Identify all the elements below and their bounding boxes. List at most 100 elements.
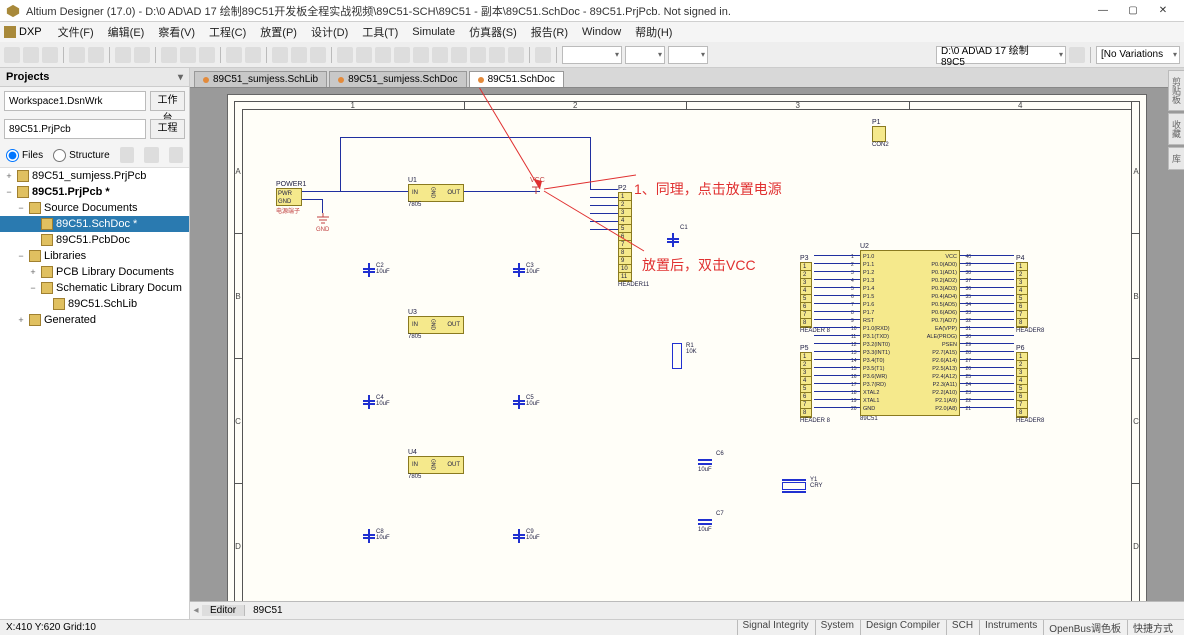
tb-gnd-icon[interactable] (394, 47, 410, 63)
menu-help[interactable]: 帮助(H) (629, 22, 678, 42)
tb-net-icon[interactable] (375, 47, 391, 63)
r1[interactable]: R110K (672, 343, 682, 369)
tb-power-icon[interactable] (413, 47, 429, 63)
u2[interactable]: U2 P1.01P1.12P1.23P1.34P1.45P1.56P1.67P1… (860, 243, 960, 422)
project-tree[interactable]: +89C51_sumjess.PrjPcb−89C51.PrjPcb *−Sou… (0, 168, 189, 619)
side-library[interactable]: 库 (1168, 147, 1184, 170)
tb-wire-icon[interactable] (337, 47, 353, 63)
tb-sheet-icon[interactable] (451, 47, 467, 63)
tb-path-combo[interactable]: D:\0 AD\AD 17 绘制89C5 (936, 46, 1066, 64)
panel-dropdown-icon[interactable]: ▾ (178, 72, 183, 83)
c3[interactable]: C310uF (518, 263, 520, 277)
status-item[interactable]: SCH (946, 620, 978, 635)
menu-edit[interactable]: 编辑(E) (102, 22, 151, 42)
tb-zoomfit-icon[interactable] (134, 47, 150, 63)
vcc-symbol[interactable]: VCC (530, 177, 545, 196)
tree-item[interactable]: −Libraries (0, 248, 189, 264)
tb-preview-icon[interactable] (88, 47, 104, 63)
c7[interactable]: C710uF (698, 519, 712, 533)
status-item[interactable]: 快捷方式 (1127, 620, 1178, 635)
c5[interactable]: C510uF (518, 395, 520, 409)
tb-cross-icon[interactable] (508, 47, 524, 63)
menu-report[interactable]: 报告(R) (525, 22, 574, 42)
p5[interactable]: P5 12345678 HEADER 8 (800, 345, 830, 424)
gnd-symbol[interactable]: GND (316, 213, 330, 233)
u1[interactable]: U1 INGNDOUT 7805 (408, 177, 464, 208)
p1[interactable]: P1 CON2 (872, 119, 889, 148)
structure-radio[interactable]: Structure (53, 149, 110, 162)
close-button[interactable]: ✕ (1148, 1, 1178, 21)
tb-combo-2[interactable] (625, 46, 665, 64)
menu-place[interactable]: 放置(P) (254, 22, 303, 42)
c1[interactable]: C1 (672, 233, 674, 247)
schematic-viewport[interactable]: 1234 ABCD ABCD POWER1 PWRGND 电源端子 (190, 88, 1184, 601)
side-clipboard[interactable]: 剪贴板 (1168, 70, 1184, 111)
dxp-menu[interactable]: DXP (4, 26, 42, 38)
status-item[interactable]: Design Compiler (860, 620, 945, 635)
c9[interactable]: C910uF (518, 529, 520, 543)
menu-window[interactable]: Window (576, 24, 627, 40)
tb-zoom-icon[interactable] (115, 47, 131, 63)
workspace-button[interactable]: 工作台 (150, 91, 185, 111)
tb-combo-1[interactable] (562, 46, 622, 64)
tb-bus-icon[interactable] (356, 47, 372, 63)
tree-item[interactable]: −Schematic Library Docum (0, 280, 189, 296)
p6[interactable]: P6 12345678 HEADER8 (1016, 345, 1044, 424)
tree-item[interactable]: 89C51.SchDoc * (0, 216, 189, 232)
tree-item[interactable]: +89C51_sumjess.PrjPcb (0, 168, 189, 184)
tb-move-icon[interactable] (291, 47, 307, 63)
status-item[interactable]: OpenBus调色板 (1043, 620, 1126, 635)
c8[interactable]: C810uF (368, 529, 370, 543)
menu-file[interactable]: 文件(F) (52, 22, 100, 42)
files-radio[interactable]: Files (6, 149, 43, 162)
document-tab[interactable]: 89C51.SchDoc (469, 71, 564, 87)
u3[interactable]: U3 INGNDOUT 7805 (408, 309, 464, 340)
document-tab[interactable]: 89C51_sumjess.SchDoc (329, 71, 467, 87)
tb-print-icon[interactable] (69, 47, 85, 63)
tb-select-icon[interactable] (272, 47, 288, 63)
tb-noerc-icon[interactable] (489, 47, 505, 63)
editor-doc[interactable]: 89C51 (245, 605, 290, 616)
search-icon[interactable] (169, 147, 183, 163)
project-field[interactable] (4, 119, 146, 139)
maximize-button[interactable]: ▢ (1118, 1, 1148, 21)
menu-simulator[interactable]: 仿真器(S) (463, 22, 523, 42)
y1[interactable]: Y1CRY (782, 479, 806, 493)
tb-paste-icon[interactable] (199, 47, 215, 63)
u4[interactable]: U4 INGNDOUT 7805 (408, 449, 464, 480)
tb-align-icon[interactable] (310, 47, 326, 63)
tree-item[interactable]: 89C51.PcbDoc (0, 232, 189, 248)
menu-project[interactable]: 工程(C) (203, 22, 252, 42)
c2[interactable]: C210uF (368, 263, 370, 277)
tree-item[interactable]: −Source Documents (0, 200, 189, 216)
document-tab[interactable]: 89C51_sumjess.SchLib (194, 71, 327, 87)
menu-simulate[interactable]: Simulate (406, 24, 461, 40)
c4[interactable]: C410uF (368, 395, 370, 409)
tb-part-icon[interactable] (432, 47, 448, 63)
tb-cut-icon[interactable] (161, 47, 177, 63)
tb-port-icon[interactable] (470, 47, 486, 63)
refresh-icon[interactable] (120, 147, 134, 163)
minimize-button[interactable]: — (1088, 1, 1118, 21)
tb-copy-icon[interactable] (180, 47, 196, 63)
tree-item[interactable]: −89C51.PrjPcb * (0, 184, 189, 200)
tb-pathbtn-icon[interactable] (1069, 47, 1085, 63)
status-item[interactable]: Instruments (979, 620, 1042, 635)
tb-pen-icon[interactable] (535, 47, 551, 63)
editor-tab[interactable]: Editor (202, 605, 245, 616)
tb-undo-icon[interactable] (226, 47, 242, 63)
side-favorites[interactable]: 收藏 (1168, 113, 1184, 145)
tb-save-icon[interactable] (42, 47, 58, 63)
menu-design[interactable]: 设计(D) (305, 22, 354, 42)
workspace-combo[interactable] (4, 91, 146, 111)
folder-icon[interactable] (144, 147, 158, 163)
status-item[interactable]: System (815, 620, 859, 635)
menu-view[interactable]: 察看(V) (152, 22, 201, 42)
menu-tools[interactable]: 工具(T) (356, 22, 404, 42)
status-item[interactable]: Signal Integrity (737, 620, 814, 635)
tree-item[interactable]: 89C51.SchLib (0, 296, 189, 312)
c6[interactable]: C610uF (698, 459, 712, 473)
project-button[interactable]: 工程 (150, 119, 185, 139)
p4[interactable]: P4 12345678 HEADER8 (1016, 255, 1044, 334)
tb-open-icon[interactable] (23, 47, 39, 63)
